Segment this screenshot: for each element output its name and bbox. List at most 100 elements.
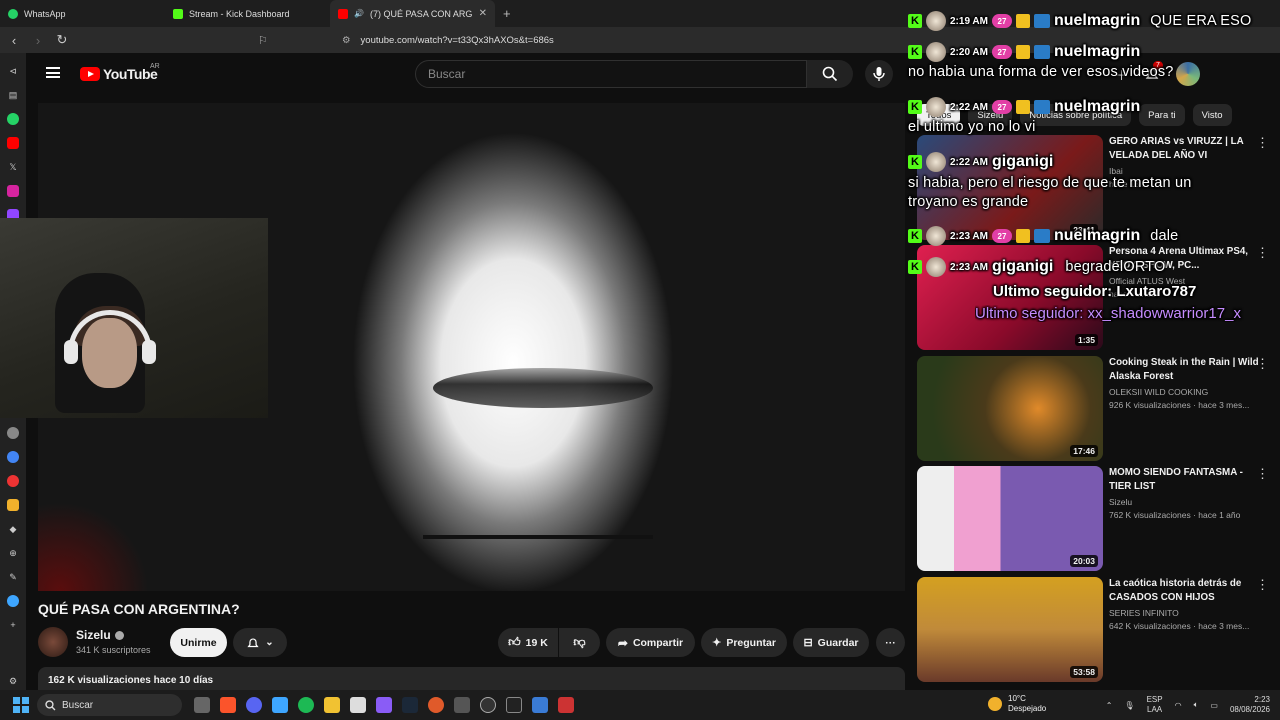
site-info-icon[interactable]: ⚙	[342, 35, 351, 46]
recommendation-title: Cooking Steak in the Rain | Wild Alaska …	[1109, 357, 1259, 382]
video-thumbnail[interactable]: 53:58	[917, 577, 1103, 682]
like-button[interactable]: 👍︎ 19 K	[498, 628, 558, 657]
taskbar-search[interactable]: Buscar	[37, 694, 182, 716]
brave-icon[interactable]	[220, 697, 236, 713]
whatsapp-icon[interactable]	[7, 113, 19, 125]
forward-icon[interactable]: ›	[28, 33, 48, 48]
chip-label: Visto	[1201, 109, 1223, 121]
notes-icon[interactable]: ▤	[7, 89, 19, 101]
pokeball-icon[interactable]	[7, 475, 19, 487]
chip-channel[interactable]: Sizelu	[968, 104, 1013, 126]
chip-all[interactable]: Todos	[917, 104, 961, 126]
app-icon[interactable]	[272, 697, 288, 713]
close-tab-icon[interactable]: ✕	[479, 8, 487, 19]
taskbar-search-label: Buscar	[62, 699, 94, 711]
tab-kick-dashboard[interactable]: Stream - Kick Dashboard	[165, 0, 330, 27]
notifications-button[interactable]: 7	[1144, 61, 1163, 82]
chevron-up-icon[interactable]: ⌃	[1106, 701, 1113, 710]
microphone-icon[interactable]: 🎙︎	[1124, 701, 1134, 710]
gamepad-icon[interactable]	[376, 697, 392, 713]
recommendation-item[interactable]: 53:58 La caótica historia detrás de CASA…	[917, 577, 1269, 682]
windows-start-icon[interactable]	[13, 697, 29, 713]
dislike-button[interactable]: 👎︎	[559, 628, 600, 657]
folder-icon[interactable]	[324, 697, 340, 713]
edge-icon[interactable]	[7, 595, 19, 607]
notification-bell-button[interactable]: ⌄	[233, 628, 287, 657]
volume-icon[interactable]: 🔈︎	[1194, 700, 1199, 710]
user-avatar[interactable]	[1176, 62, 1201, 86]
description-box[interactable]: 162 K visualizaciones hace 10 días	[38, 667, 905, 690]
add-sidebar-icon[interactable]: +	[7, 619, 19, 631]
recommendation-item[interactable]: 23:41 GERO ARIAS vs VIRUZZ | LA VELADA D…	[917, 135, 1269, 240]
app-icon[interactable]	[532, 697, 548, 713]
task-view-icon[interactable]	[194, 697, 210, 713]
instagram-icon[interactable]	[7, 185, 19, 197]
steam-icon[interactable]: ⊕	[7, 547, 19, 559]
app-icon[interactable]	[350, 697, 366, 713]
obs-icon[interactable]	[480, 697, 496, 713]
recommendation-chips: Todos Sizelu Noticias sobre política Par…	[917, 104, 1232, 126]
language-indicator[interactable]: ESP LAA	[1147, 695, 1163, 715]
recommendation-meta: hace 4 años	[1109, 289, 1156, 299]
voice-search-button[interactable]	[865, 60, 893, 88]
url-field[interactable]: ⚙ youtube.com/watch?v=t33Qx3hAXOs&t=686s	[342, 35, 554, 46]
chip-watched[interactable]: Visto	[1192, 104, 1232, 126]
kebab-menu-icon[interactable]: ⋮	[1256, 135, 1269, 151]
discord-icon[interactable]	[246, 697, 262, 713]
channel-name[interactable]: Sizelu	[76, 628, 124, 642]
channel-avatar[interactable]	[38, 627, 68, 657]
settings-icon[interactable]: ⚙	[7, 675, 19, 687]
video-thumbnail[interactable]: 17:46	[917, 356, 1103, 461]
more-actions-button[interactable]: ···	[876, 628, 905, 657]
duration-badge: 23:41	[1070, 224, 1098, 236]
search-button[interactable]	[807, 60, 853, 88]
share-button[interactable]: ➦ Compartir	[606, 628, 695, 657]
chip-for-you[interactable]: Para ti	[1139, 104, 1185, 126]
video-thumbnail[interactable]: 1:35	[917, 245, 1103, 350]
kebab-menu-icon[interactable]: ⋮	[1256, 245, 1269, 261]
app-icon[interactable]	[558, 697, 574, 713]
chip-politics[interactable]: Noticias sobre política	[1020, 104, 1132, 126]
app-icon[interactable]	[428, 697, 444, 713]
video-thumbnail[interactable]: 20:03	[917, 466, 1103, 571]
new-tab-icon[interactable]: +	[503, 6, 511, 21]
save-button[interactable]: ⊟ Guardar	[793, 628, 869, 657]
app-icon[interactable]: ✎	[7, 571, 19, 583]
x-icon[interactable]: 𝕏	[7, 161, 19, 173]
tab-whatsapp[interactable]: WhatsApp	[0, 0, 165, 27]
maps-icon[interactable]	[7, 451, 19, 463]
extension-icon[interactable]	[7, 499, 19, 511]
youtube-logo[interactable]: YouTube AR	[80, 63, 160, 82]
recommendation-item[interactable]: 20:03 MOMO SIENDO FANTASMA - TIER LIST Si…	[917, 466, 1269, 571]
battery-icon[interactable]: ▭	[1210, 701, 1218, 710]
epic-games-icon[interactable]	[506, 697, 522, 713]
clock[interactable]: 2:23 08/08/2026	[1230, 695, 1270, 715]
weather-status: Despejado	[1008, 704, 1047, 713]
tab-title: (7) QUÉ PASA CON ARGENTIN	[369, 8, 473, 19]
kebab-menu-icon[interactable]: ⋮	[1256, 577, 1269, 593]
vpn-icon[interactable]	[7, 427, 19, 439]
kebab-menu-icon[interactable]: ⋮	[1256, 466, 1269, 482]
steam-icon[interactable]	[402, 697, 418, 713]
tab-youtube[interactable]: 🔊 (7) QUÉ PASA CON ARGENTIN ✕	[330, 0, 495, 27]
menu-icon[interactable]	[46, 67, 60, 78]
join-button[interactable]: Unirme	[170, 628, 227, 657]
bookmark-icon[interactable]: ⚐	[258, 34, 268, 47]
app-icon[interactable]	[454, 697, 470, 713]
recommendation-item[interactable]: 1:35 Persona 4 Arena Ultimax PS4, XBOX, …	[917, 245, 1269, 350]
game-icon[interactable]: ◆	[7, 523, 19, 535]
weather-widget[interactable]: 10°C Despejado	[988, 694, 1046, 714]
video-thumbnail[interactable]: 23:41	[917, 135, 1103, 240]
spotify-icon[interactable]	[298, 697, 314, 713]
aria-icon[interactable]: ⊲	[7, 65, 19, 77]
create-icon[interactable]: ＋	[1115, 65, 1128, 84]
search-input[interactable]: Buscar	[415, 60, 807, 88]
recommendation-item[interactable]: 17:46 Cooking Steak in the Rain | Wild A…	[917, 356, 1269, 461]
kebab-menu-icon[interactable]: ⋮	[1256, 356, 1269, 372]
back-icon[interactable]: ‹	[4, 33, 24, 48]
wifi-icon[interactable]: ◠	[1175, 701, 1182, 710]
ask-button[interactable]: ✦ Preguntar	[701, 628, 787, 657]
reload-icon[interactable]: ↻	[52, 32, 72, 48]
save-icon: ⊟	[803, 637, 813, 649]
youtube-icon[interactable]	[7, 137, 19, 149]
